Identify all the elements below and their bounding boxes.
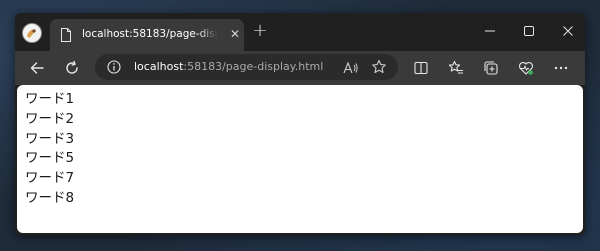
profile-avatar[interactable] <box>22 23 42 43</box>
list-item: ワード3 <box>25 130 75 147</box>
page-content: ワード1 ワード2 ワード3 ワード5 ワード7 ワード8 <box>17 85 583 233</box>
list-item: ワード5 <box>25 150 75 167</box>
page-icon <box>60 27 72 46</box>
browser-toolbar: localhost:58183/page-display.html <box>15 51 585 85</box>
more-icon <box>554 66 568 70</box>
back-button[interactable] <box>27 58 47 78</box>
browser-essentials-icon <box>518 62 534 75</box>
maximize-button[interactable] <box>518 20 540 42</box>
maximize-icon <box>524 26 534 36</box>
collections-icon <box>484 61 498 75</box>
favorite-star-icon[interactable] <box>371 59 387 79</box>
split-screen-icon <box>414 61 428 75</box>
list-item: ワード1 <box>25 91 75 107</box>
list-item: ワード8 <box>25 189 75 206</box>
browser-essentials-button[interactable] <box>516 58 536 78</box>
close-icon <box>563 26 573 36</box>
tab-title: localhost:58183/page-display.html <box>82 28 218 40</box>
word-list: ワード1 ワード2 ワード3 ワード5 ワード7 ワード8 <box>25 90 74 209</box>
more-button[interactable] <box>551 58 571 78</box>
browser-window: localhost:58183/page-display.html ✕ + <box>15 13 585 235</box>
url-path: :58183/page-display.html <box>183 60 324 73</box>
minimize-button[interactable] <box>479 20 501 42</box>
address-bar[interactable]: localhost:58183/page-display.html <box>95 54 398 80</box>
refresh-button[interactable] <box>62 58 82 78</box>
favorites-button[interactable] <box>446 58 466 78</box>
close-button[interactable] <box>557 20 579 42</box>
info-icon[interactable] <box>107 59 121 78</box>
url-host: localhost <box>134 60 184 73</box>
title-bar: localhost:58183/page-display.html ✕ + <box>15 13 585 51</box>
refresh-icon <box>66 60 78 74</box>
collections-button[interactable] <box>481 58 501 78</box>
list-item: ワード7 <box>25 170 75 187</box>
favorites-icon <box>448 60 463 74</box>
minimize-icon <box>485 30 495 32</box>
back-icon <box>30 62 44 74</box>
tab-close-button[interactable]: ✕ <box>228 27 242 41</box>
url-text[interactable]: localhost:58183/page-display.html <box>134 60 323 73</box>
read-aloud-icon[interactable] <box>343 60 359 79</box>
list-item: ワード2 <box>25 110 75 127</box>
new-tab-button[interactable]: + <box>251 22 269 40</box>
split-screen-button[interactable] <box>411 58 431 78</box>
tab-active[interactable]: localhost:58183/page-display.html ✕ <box>50 19 244 51</box>
